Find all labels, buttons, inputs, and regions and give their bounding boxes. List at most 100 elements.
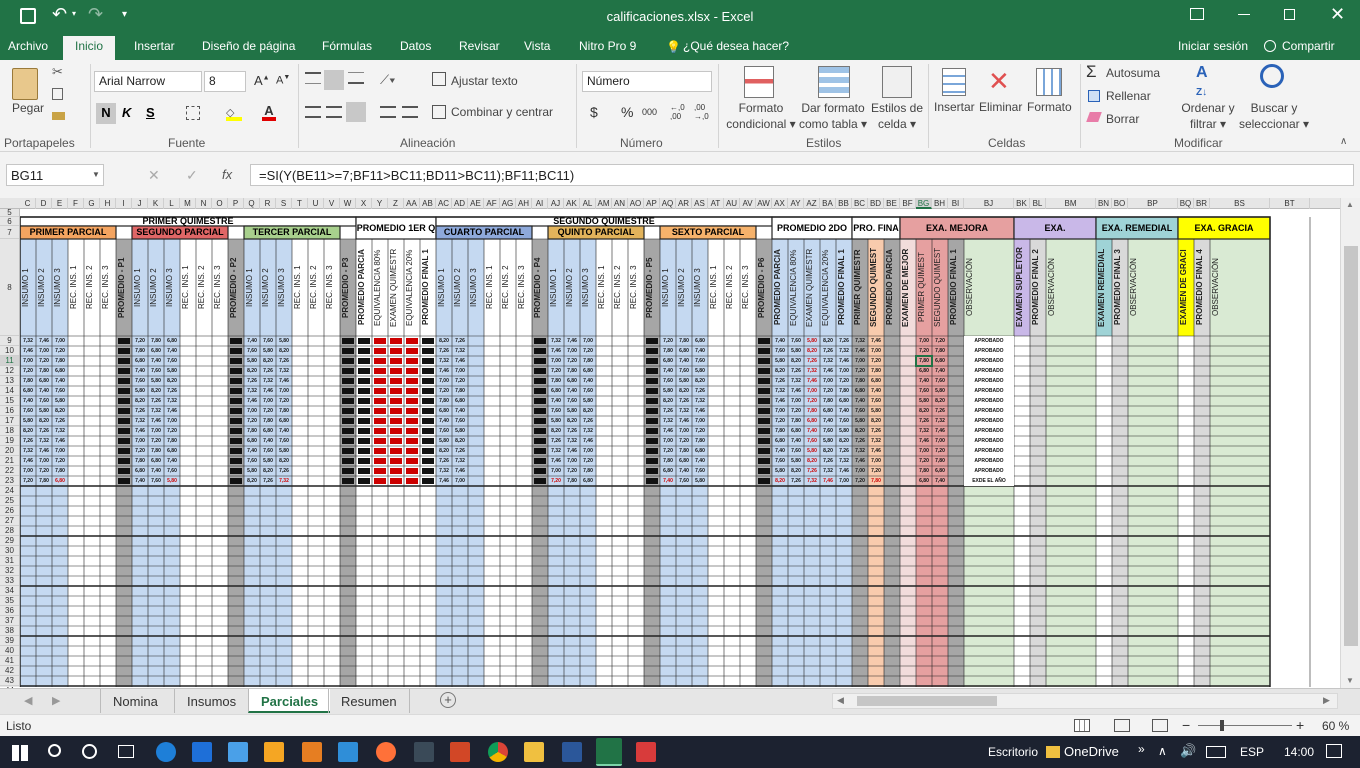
column-header[interactable]: AN bbox=[612, 198, 628, 209]
data-cell[interactable]: 7,00 bbox=[20, 466, 36, 476]
data-cell[interactable]: 6,80 bbox=[260, 426, 276, 436]
data-cell[interactable]: 5,80 bbox=[692, 366, 708, 376]
data-cell[interactable]: 7,80 bbox=[148, 446, 164, 456]
ie-icon[interactable] bbox=[156, 742, 176, 762]
data-cell[interactable]: 7,40 bbox=[580, 376, 596, 386]
data-cell[interactable]: 5,80 bbox=[676, 376, 692, 386]
data-cell[interactable]: 7,26 bbox=[452, 336, 468, 346]
percent-button[interactable]: % bbox=[621, 104, 633, 120]
data-cell[interactable]: 7,32 bbox=[820, 466, 836, 476]
column-header[interactable]: AM bbox=[596, 198, 612, 209]
data-cell[interactable]: 7,80 bbox=[244, 426, 260, 436]
row-header[interactable]: 24 bbox=[0, 486, 19, 496]
data-cell[interactable]: 7,32 bbox=[868, 436, 884, 446]
data-cell[interactable]: 5,80 bbox=[276, 446, 292, 456]
row-header[interactable]: 6 bbox=[0, 217, 19, 226]
data-cell[interactable]: 7,80 bbox=[580, 356, 596, 366]
data-cell[interactable]: 5,80 bbox=[804, 446, 820, 456]
data-cell[interactable]: 7,20 bbox=[436, 386, 452, 396]
increase-indent-icon[interactable] bbox=[402, 106, 418, 118]
data-cell[interactable]: 7,60 bbox=[676, 366, 692, 376]
data-cell[interactable]: 5,80 bbox=[276, 336, 292, 346]
data-cell[interactable]: 7,32 bbox=[932, 416, 948, 426]
data-cell[interactable]: 5,80 bbox=[852, 416, 868, 426]
data-cell[interactable]: 7,40 bbox=[772, 336, 788, 346]
data-cell[interactable]: 7,60 bbox=[772, 456, 788, 466]
data-cell[interactable]: 6,80 bbox=[676, 456, 692, 466]
data-cell[interactable]: 7,20 bbox=[452, 376, 468, 386]
data-cell[interactable]: 6,80 bbox=[692, 336, 708, 346]
data-cell[interactable]: 7,60 bbox=[564, 396, 580, 406]
clock[interactable]: 14:00 bbox=[1284, 745, 1314, 759]
column-header[interactable]: AG bbox=[500, 198, 516, 209]
data-cell[interactable]: 6,80 bbox=[564, 376, 580, 386]
data-cell[interactable]: 7,20 bbox=[276, 396, 292, 406]
data-cell[interactable]: 7,26 bbox=[260, 366, 276, 376]
data-cell[interactable]: 7,20 bbox=[564, 466, 580, 476]
data-cell[interactable]: 7,46 bbox=[548, 456, 564, 466]
data-cell[interactable]: 7,46 bbox=[436, 476, 452, 486]
data-cell[interactable]: 7,46 bbox=[452, 356, 468, 366]
data-cell[interactable]: 7,20 bbox=[692, 426, 708, 436]
data-cell[interactable]: 7,26 bbox=[820, 456, 836, 466]
row-header[interactable]: 27 bbox=[0, 516, 19, 526]
data-cell[interactable]: 7,00 bbox=[868, 456, 884, 466]
observation-cell[interactable]: APROBADO bbox=[964, 386, 1014, 396]
desktop-label[interactable]: Escritorio bbox=[988, 745, 1038, 759]
language-indicator[interactable]: ESP bbox=[1240, 745, 1264, 759]
data-cell[interactable]: 7,00 bbox=[660, 436, 676, 446]
align-left-icon[interactable] bbox=[305, 106, 321, 118]
data-cell[interactable]: 7,26 bbox=[868, 426, 884, 436]
column-header[interactable]: AI bbox=[532, 198, 548, 209]
data-cell[interactable]: 7,80 bbox=[916, 356, 932, 366]
column-header[interactable]: BK bbox=[1014, 198, 1030, 209]
undo-icon[interactable]: ↶ bbox=[52, 4, 67, 25]
data-cell[interactable]: 7,32 bbox=[548, 336, 564, 346]
data-cell[interactable]: 7,20 bbox=[772, 416, 788, 426]
column-header[interactable]: U bbox=[308, 198, 324, 209]
data-cell[interactable]: 6,80 bbox=[916, 366, 932, 376]
data-cell[interactable]: 7,32 bbox=[788, 376, 804, 386]
insert-cells-button[interactable]: Insertar bbox=[934, 100, 975, 114]
row-header[interactable]: 7 bbox=[0, 226, 19, 239]
data-cell[interactable]: 8,20 bbox=[132, 396, 148, 406]
data-cell[interactable]: 7,26 bbox=[660, 406, 676, 416]
data-cell[interactable]: 7,80 bbox=[52, 466, 68, 476]
data-cell[interactable]: 7,26 bbox=[852, 436, 868, 446]
data-cell[interactable]: 6,80 bbox=[868, 376, 884, 386]
conditional-format-button[interactable]: Formato condicional ▾ bbox=[726, 100, 796, 132]
keyboard-icon[interactable] bbox=[1206, 746, 1226, 758]
data-cell[interactable]: 7,80 bbox=[932, 456, 948, 466]
data-cell[interactable]: 8,20 bbox=[452, 436, 468, 446]
data-cell[interactable]: 8,20 bbox=[20, 426, 36, 436]
merge-center-button[interactable]: Combinar y centrar bbox=[451, 105, 553, 119]
paste-icon[interactable] bbox=[12, 68, 38, 100]
data-cell[interactable]: 5,80 bbox=[52, 396, 68, 406]
data-cell[interactable]: 7,20 bbox=[580, 456, 596, 466]
column-header[interactable]: AU bbox=[724, 198, 740, 209]
data-cell[interactable]: 5,80 bbox=[692, 476, 708, 486]
data-cell[interactable]: 7,20 bbox=[564, 356, 580, 366]
data-cell[interactable]: 8,20 bbox=[788, 356, 804, 366]
data-cell[interactable]: 6,80 bbox=[52, 476, 68, 486]
data-cell[interactable]: 7,20 bbox=[36, 356, 52, 366]
data-cell[interactable]: 7,32 bbox=[692, 396, 708, 406]
row-header[interactable]: 16 bbox=[0, 406, 19, 416]
zoom-thumb[interactable] bbox=[1220, 720, 1224, 731]
data-cell[interactable]: 7,80 bbox=[20, 376, 36, 386]
data-cell[interactable]: 7,40 bbox=[132, 476, 148, 486]
normal-view-icon[interactable] bbox=[1074, 719, 1090, 732]
data-cell[interactable]: 6,80 bbox=[52, 366, 68, 376]
data-cell[interactable]: 7,60 bbox=[20, 406, 36, 416]
accounting-button[interactable]: $ bbox=[590, 104, 598, 120]
row-header[interactable]: 39 bbox=[0, 636, 19, 646]
column-header[interactable]: T bbox=[292, 198, 308, 209]
data-cell[interactable]: 7,26 bbox=[564, 426, 580, 436]
data-cell[interactable]: 8,20 bbox=[788, 466, 804, 476]
column-header[interactable]: AS bbox=[692, 198, 708, 209]
data-cell[interactable]: 7,46 bbox=[548, 346, 564, 356]
data-cell[interactable]: 7,00 bbox=[276, 386, 292, 396]
font-color-icon[interactable]: A bbox=[262, 103, 276, 121]
scroll-up-icon[interactable]: ▲ bbox=[1346, 200, 1354, 209]
ribbon-display-icon[interactable] bbox=[1190, 8, 1204, 20]
